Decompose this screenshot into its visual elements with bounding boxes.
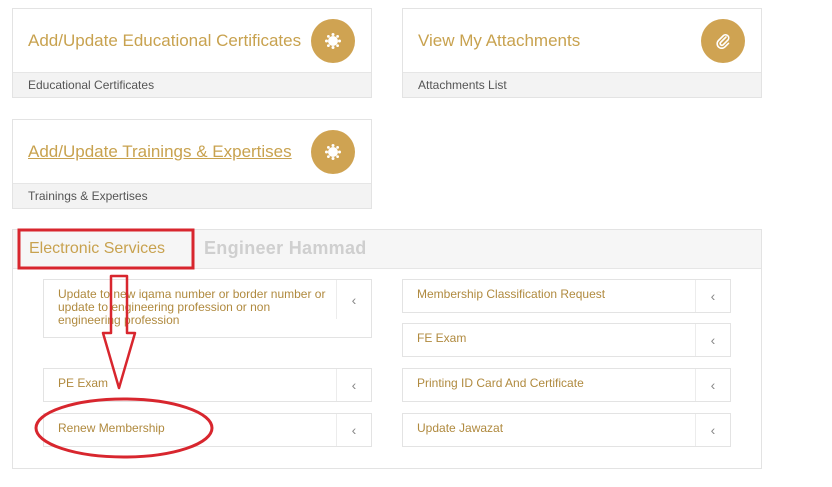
service-printing-id-card[interactable]: Printing ID Card And Certificate ‹ — [402, 368, 731, 402]
chevron-left-icon: ‹ — [336, 369, 371, 401]
educational-certificates-card: Add/Update Educational Certificates Educ… — [12, 8, 372, 98]
chevron-left-icon: ‹ — [336, 414, 371, 446]
service-label: Update Jawazat — [417, 421, 504, 435]
service-membership-classification[interactable]: Membership Classification Request ‹ — [402, 279, 731, 313]
gear-icon[interactable] — [311, 19, 355, 63]
service-label: Membership Classification Request — [417, 287, 606, 301]
service-pe-exam[interactable]: PE Exam ‹ — [43, 368, 372, 402]
add-update-educational-certificates-link[interactable]: Add/Update Educational Certificates — [28, 31, 301, 51]
chevron-left-icon: ‹ — [695, 414, 730, 446]
chevron-left-icon: ‹ — [695, 369, 730, 401]
add-update-trainings-link[interactable]: Add/Update Trainings & Expertises — [28, 142, 292, 162]
chevron-left-icon: ‹ — [695, 280, 730, 312]
attachments-footer: Attachments List — [403, 72, 761, 97]
service-renew-membership[interactable]: Renew Membership ‹ — [43, 413, 372, 447]
service-fe-exam[interactable]: FE Exam ‹ — [402, 323, 731, 357]
service-label: FE Exam — [417, 331, 467, 345]
service-label: Printing ID Card And Certificate — [417, 376, 584, 390]
service-update-iqama[interactable]: Update to new iqama number or border num… — [43, 279, 372, 338]
chevron-left-icon: ‹ — [695, 324, 730, 356]
service-label: Renew Membership — [58, 421, 165, 435]
gear-icon[interactable] — [311, 130, 355, 174]
section-header: Electronic Services Engineer Hammad — [13, 230, 761, 269]
service-label: Update to new iqama number or border num… — [58, 287, 326, 327]
educational-certificates-footer: Educational Certificates — [13, 72, 371, 97]
paperclip-icon[interactable] — [701, 19, 745, 63]
trainings-footer: Trainings & Expertises — [13, 183, 371, 208]
chevron-left-icon: ‹ — [336, 280, 371, 319]
service-label: PE Exam — [58, 376, 109, 390]
section-title: Electronic Services — [29, 240, 166, 257]
trainings-card: Add/Update Trainings & Expertises Traini… — [12, 119, 372, 209]
service-update-jawazat[interactable]: Update Jawazat ‹ — [402, 413, 731, 447]
attachments-card: View My Attachments Attachments List — [402, 8, 762, 98]
view-my-attachments-link[interactable]: View My Attachments — [418, 31, 580, 51]
watermark-text: Engineer Hammad — [204, 238, 367, 258]
